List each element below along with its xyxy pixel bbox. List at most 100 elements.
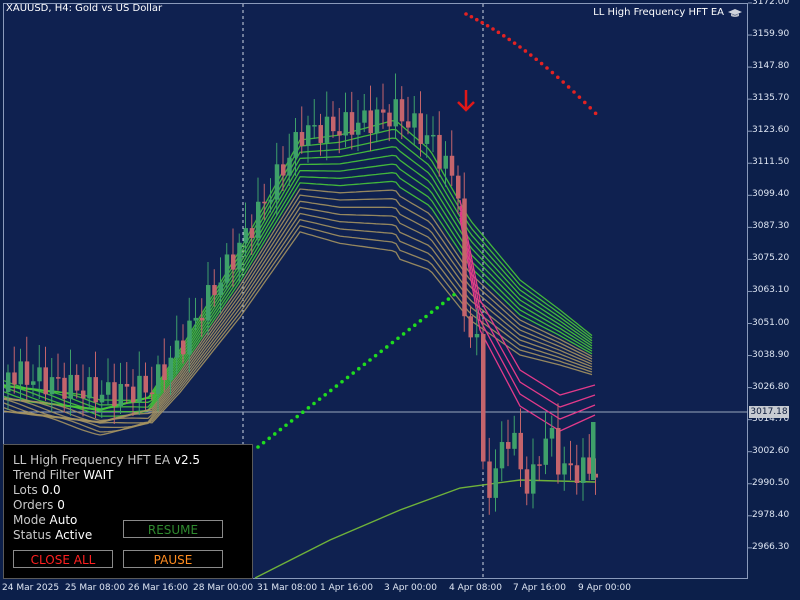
candle-body — [324, 116, 330, 143]
candle-body — [149, 392, 155, 395]
price-level-label: 3063.10 — [752, 285, 790, 296]
close-all-button[interactable]: CLOSE ALL — [13, 550, 113, 568]
candle-body — [99, 394, 105, 403]
candle-body — [231, 254, 236, 270]
price-level-label: 3087.30 — [752, 221, 790, 232]
resume-button[interactable]: RESUME — [123, 520, 223, 538]
time-axis-label: 31 Mar 08:00 — [257, 583, 318, 593]
panel-version: v2.5 — [173, 453, 201, 467]
sar-dot — [379, 349, 384, 354]
sar-dot — [340, 379, 344, 384]
candle-body — [462, 198, 467, 317]
candle-body — [12, 372, 17, 385]
candle-body — [131, 386, 136, 403]
ea-name-label: LL High Frequency HFT EA — [593, 7, 742, 18]
candle-body — [181, 340, 186, 355]
sar-dot — [507, 37, 512, 42]
price-level-label: 3135.70 — [752, 93, 790, 104]
moving-average-line — [3, 206, 593, 423]
candle-body — [68, 374, 73, 399]
status-value: Active — [55, 528, 93, 542]
candle-body — [337, 131, 342, 136]
moving-average-line — [3, 225, 593, 433]
price-level-label: 3123.60 — [752, 125, 790, 136]
candle-body — [556, 427, 561, 475]
mode-row: Mode Auto — [13, 513, 77, 527]
sar-dot — [390, 340, 395, 345]
candle-body — [306, 125, 311, 146]
status-row: Status Active — [13, 528, 92, 542]
candle-body — [568, 463, 573, 466]
candle-body — [206, 285, 211, 321]
candle-body — [137, 375, 142, 403]
candle-body — [199, 317, 205, 321]
candle-body — [262, 201, 267, 204]
sar-dot — [593, 111, 598, 116]
sar-dot — [452, 292, 456, 297]
sar-dot — [385, 345, 389, 349]
slow-moving-average-line — [254, 479, 596, 579]
time-axis-label: 7 Apr 16:00 — [513, 583, 566, 593]
candle-body — [512, 432, 517, 449]
moving-average-line — [3, 188, 593, 422]
candle-body — [591, 422, 596, 480]
candle-body — [237, 242, 242, 270]
sar-dot — [550, 70, 555, 75]
candle-body — [118, 383, 123, 407]
sar-dot — [496, 30, 501, 35]
candle-body — [312, 125, 317, 127]
sar-dot — [345, 375, 350, 380]
sar-dot — [446, 297, 451, 301]
ea-name-text: LL High Frequency HFT EA — [593, 7, 724, 18]
candle-body — [299, 132, 305, 146]
candle-body — [437, 134, 442, 169]
sar-dot — [502, 34, 506, 38]
sar-dot — [523, 49, 528, 53]
time-axis-label: 26 Mar 16:00 — [128, 583, 189, 593]
candle-body — [18, 361, 23, 385]
sar-dot — [301, 410, 305, 415]
candle-body — [393, 99, 398, 127]
candle-body — [224, 254, 230, 283]
candle-body — [424, 135, 430, 144]
price-level-label: 3038.90 — [752, 349, 790, 360]
lots-value: 0.0 — [41, 483, 61, 497]
time-axis-label: 28 Mar 00:00 — [193, 583, 254, 593]
candle-body — [74, 374, 80, 391]
time-axis-label: 3 Apr 00:00 — [384, 583, 437, 593]
sar-dot — [475, 17, 479, 22]
candle-body — [499, 442, 505, 469]
candle-body — [318, 125, 323, 143]
candle-body — [243, 228, 248, 243]
candle-body — [406, 121, 411, 128]
sar-dot — [429, 310, 434, 314]
sar-dot — [323, 393, 328, 397]
candle-body — [49, 377, 55, 395]
sar-dot — [464, 12, 468, 16]
sar-dot — [469, 14, 474, 19]
candle-body — [274, 164, 280, 200]
candle-body — [62, 377, 67, 399]
sar-dot — [539, 61, 544, 66]
candle-body — [212, 285, 217, 295]
chart-symbol-title: XAUUSD, H4: Gold vs US Dollar — [6, 3, 163, 14]
sar-dot — [368, 358, 372, 362]
candle-body — [43, 367, 48, 395]
sar-dot — [588, 106, 592, 110]
candle-body — [431, 134, 436, 137]
candle-body — [218, 282, 223, 295]
candle-body — [493, 468, 498, 498]
sar-dot — [306, 406, 311, 410]
pause-button[interactable]: PAUSE — [123, 550, 223, 568]
sar-dot — [329, 388, 333, 393]
candle-body — [343, 112, 348, 136]
moving-average-line — [3, 137, 593, 410]
fast-moving-average-line — [459, 211, 596, 420]
candle-body — [549, 427, 555, 439]
price-level-label: 3159.90 — [752, 29, 790, 40]
candle-body — [399, 99, 405, 122]
sar-dot — [534, 57, 538, 62]
candle-body — [531, 464, 536, 494]
mode-label: Mode — [13, 513, 46, 527]
sar-dot — [529, 53, 533, 57]
